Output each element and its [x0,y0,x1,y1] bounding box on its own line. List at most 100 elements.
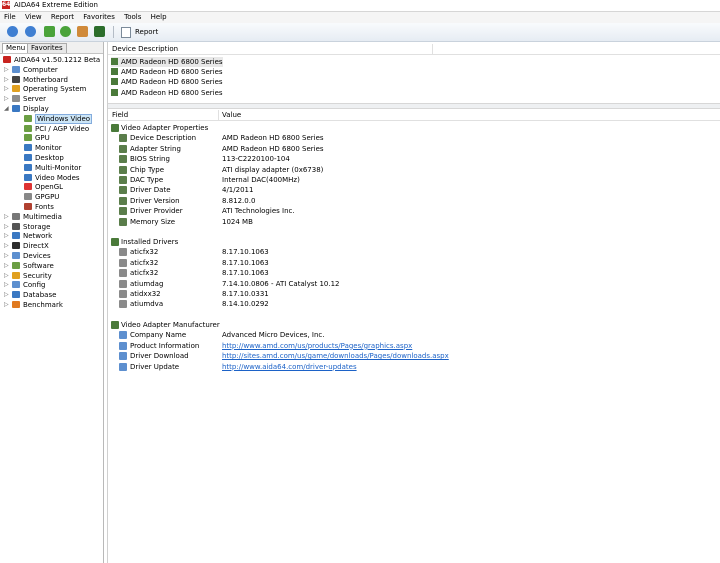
tree-item-motherboard[interactable]: Motherboard [12,75,68,85]
tree-item-directx[interactable]: DirectX [12,241,49,251]
field-row[interactable]: Chip Type ATI display adapter (0x6738) [108,165,720,175]
group-video-adapter-properties[interactable]: Video Adapter Properties [108,123,720,133]
field-row[interactable]: DAC Type Internal DAC(400MHz) [108,175,720,185]
device-row[interactable]: AMD Radeon HD 6800 Series [111,88,223,98]
column-separator[interactable] [218,110,219,120]
tree-item-label: Config [23,281,46,290]
field-link[interactable]: http://www.amd.com/us/products/Pages/gra… [222,341,412,351]
directx-icon [12,242,20,250]
field-row[interactable]: Driver Date 4/1/2011 [108,185,720,195]
tree-item-server[interactable]: Server [12,94,46,104]
chart-icon[interactable] [94,26,105,37]
tree-item-opengl[interactable]: OpenGL [24,182,63,192]
device-row[interactable]: AMD Radeon HD 6800 Series [111,57,223,67]
field-row[interactable]: Product Information http://www.amd.com/us… [108,341,720,351]
up-icon[interactable] [44,26,55,37]
tree-item-database[interactable]: Database [12,290,56,300]
monitor-icon [24,144,32,152]
expand-icon[interactable]: ▷ [4,75,9,85]
windows-video-icon [24,114,32,122]
tree-item-software[interactable]: Software [12,261,54,271]
tree-item-fonts[interactable]: Fonts [24,202,54,212]
field-row[interactable]: aticfx32 8.17.10.1063 [108,268,720,278]
expand-icon[interactable]: ◢ [4,104,9,114]
refresh-icon[interactable] [60,26,71,37]
tree-item-desktop[interactable]: Desktop [24,153,64,163]
field-row[interactable]: Driver Provider ATI Technologies Inc. [108,206,720,216]
tree-item-gpgpu[interactable]: GPGPU [24,192,59,202]
tree-item-operating-system[interactable]: Operating System [12,84,86,94]
field-row[interactable]: Driver Version 8.812.0.0 [108,196,720,206]
expand-icon[interactable]: ▷ [4,84,9,94]
tab-favorites[interactable]: Favorites [27,43,67,53]
menu-favorites[interactable]: Favorites [79,12,118,21]
tree-item-computer[interactable]: Computer [12,65,58,75]
menu-report[interactable]: Report [47,12,77,21]
users-icon[interactable] [77,26,88,37]
field-row[interactable]: Driver Update http://www.aida64.com/drive… [108,362,720,372]
video-card-icon [111,88,118,96]
tree-item-gpu[interactable]: GPU [24,133,50,143]
tree-item-multimedia[interactable]: Multimedia [12,212,62,222]
group-installed-drivers[interactable]: Installed Drivers [108,237,720,247]
field-row[interactable]: atiumdag 7.14.10.0806 - ATI Catalyst 10.1… [108,279,720,289]
menu-help[interactable]: Help [147,12,170,21]
tab-menu[interactable]: Menu [2,43,30,53]
tree-item-windows-video[interactable]: Windows Video [24,113,93,124]
field-value: 8.17.10.1063 [222,269,269,278]
tree-item-network[interactable]: Network [12,231,52,241]
menu-file[interactable]: File [0,12,19,21]
expand-icon[interactable]: ▷ [4,271,9,281]
tree-item-pci-agp-video[interactable]: PCI / AGP Video [24,124,89,134]
tree-item-monitor[interactable]: Monitor [24,143,62,153]
expand-icon[interactable]: ▷ [4,231,9,241]
field-row[interactable]: aticfx32 8.17.10.1063 [108,247,720,257]
field-name: Company Name [130,331,187,340]
tree-item-security[interactable]: Security [12,271,52,281]
expand-icon[interactable]: ▷ [4,65,9,75]
field-row[interactable]: Memory Size 1024 MB [108,217,720,227]
group-video-adapter-manufacturer[interactable]: Video Adapter Manufacturer [108,320,720,330]
tree-item-video-modes[interactable]: Video Modes [24,173,80,183]
field-column[interactable]: Field [112,110,128,120]
report-button[interactable]: Report [121,26,158,38]
field-row[interactable]: atiumdva 8.14.10.0292 [108,299,720,309]
tree-item-label: Computer [23,65,58,74]
column-separator[interactable] [432,44,433,54]
field-row[interactable]: Company Name Advanced Micro Devices, Inc. [108,330,720,340]
device-row[interactable]: AMD Radeon HD 6800 Series [111,77,223,87]
expand-icon[interactable]: ▷ [4,251,9,261]
tree-item-display[interactable]: Display [12,104,49,114]
tree-item-benchmark[interactable]: Benchmark [12,300,63,310]
device-description-column[interactable]: Device Description [112,44,178,54]
field-row[interactable]: aticfx32 8.17.10.1063 [108,258,720,268]
tree-item-label: Network [23,232,53,241]
tree-item-devices[interactable]: Devices [12,251,51,261]
value-column[interactable]: Value [222,110,241,120]
menu-view[interactable]: View [21,12,45,21]
field-link[interactable]: http://sites.amd.com/us/game/downloads/P… [222,351,449,361]
expand-icon[interactable]: ▷ [4,280,9,290]
tree-item-multi-monitor[interactable]: Multi-Monitor [24,163,81,173]
expand-icon[interactable]: ▷ [4,300,9,310]
expand-icon[interactable]: ▷ [4,241,9,251]
field-row[interactable]: Driver Download http://sites.amd.com/us/g… [108,351,720,361]
back-icon[interactable] [7,26,18,37]
field-row[interactable]: Adapter String AMD Radeon HD 6800 Series [108,144,720,154]
expand-icon[interactable]: ▷ [4,212,9,222]
menu-tools[interactable]: Tools [120,12,144,21]
expand-icon[interactable]: ▷ [4,222,9,232]
forward-icon[interactable] [25,26,36,37]
expand-icon[interactable]: ▷ [4,290,9,300]
tree-item-config[interactable]: Config [12,280,45,290]
field-row[interactable]: Device Description AMD Radeon HD 6800 Ser… [108,133,720,143]
tree-item-aida64-v1-50-1212-beta[interactable]: AIDA64 v1.50.1212 Beta [3,55,100,65]
panel-splitter[interactable] [108,103,720,109]
field-row[interactable]: BIOS String 113-C2220100-104 [108,154,720,164]
device-row[interactable]: AMD Radeon HD 6800 Series [111,67,223,77]
tree-item-storage[interactable]: Storage [12,222,50,232]
field-link[interactable]: http://www.aida64.com/driver-updates [222,362,357,372]
field-row[interactable]: atidxx32 8.17.10.0331 [108,289,720,299]
expand-icon[interactable]: ▷ [4,94,9,104]
expand-icon[interactable]: ▷ [4,261,9,271]
